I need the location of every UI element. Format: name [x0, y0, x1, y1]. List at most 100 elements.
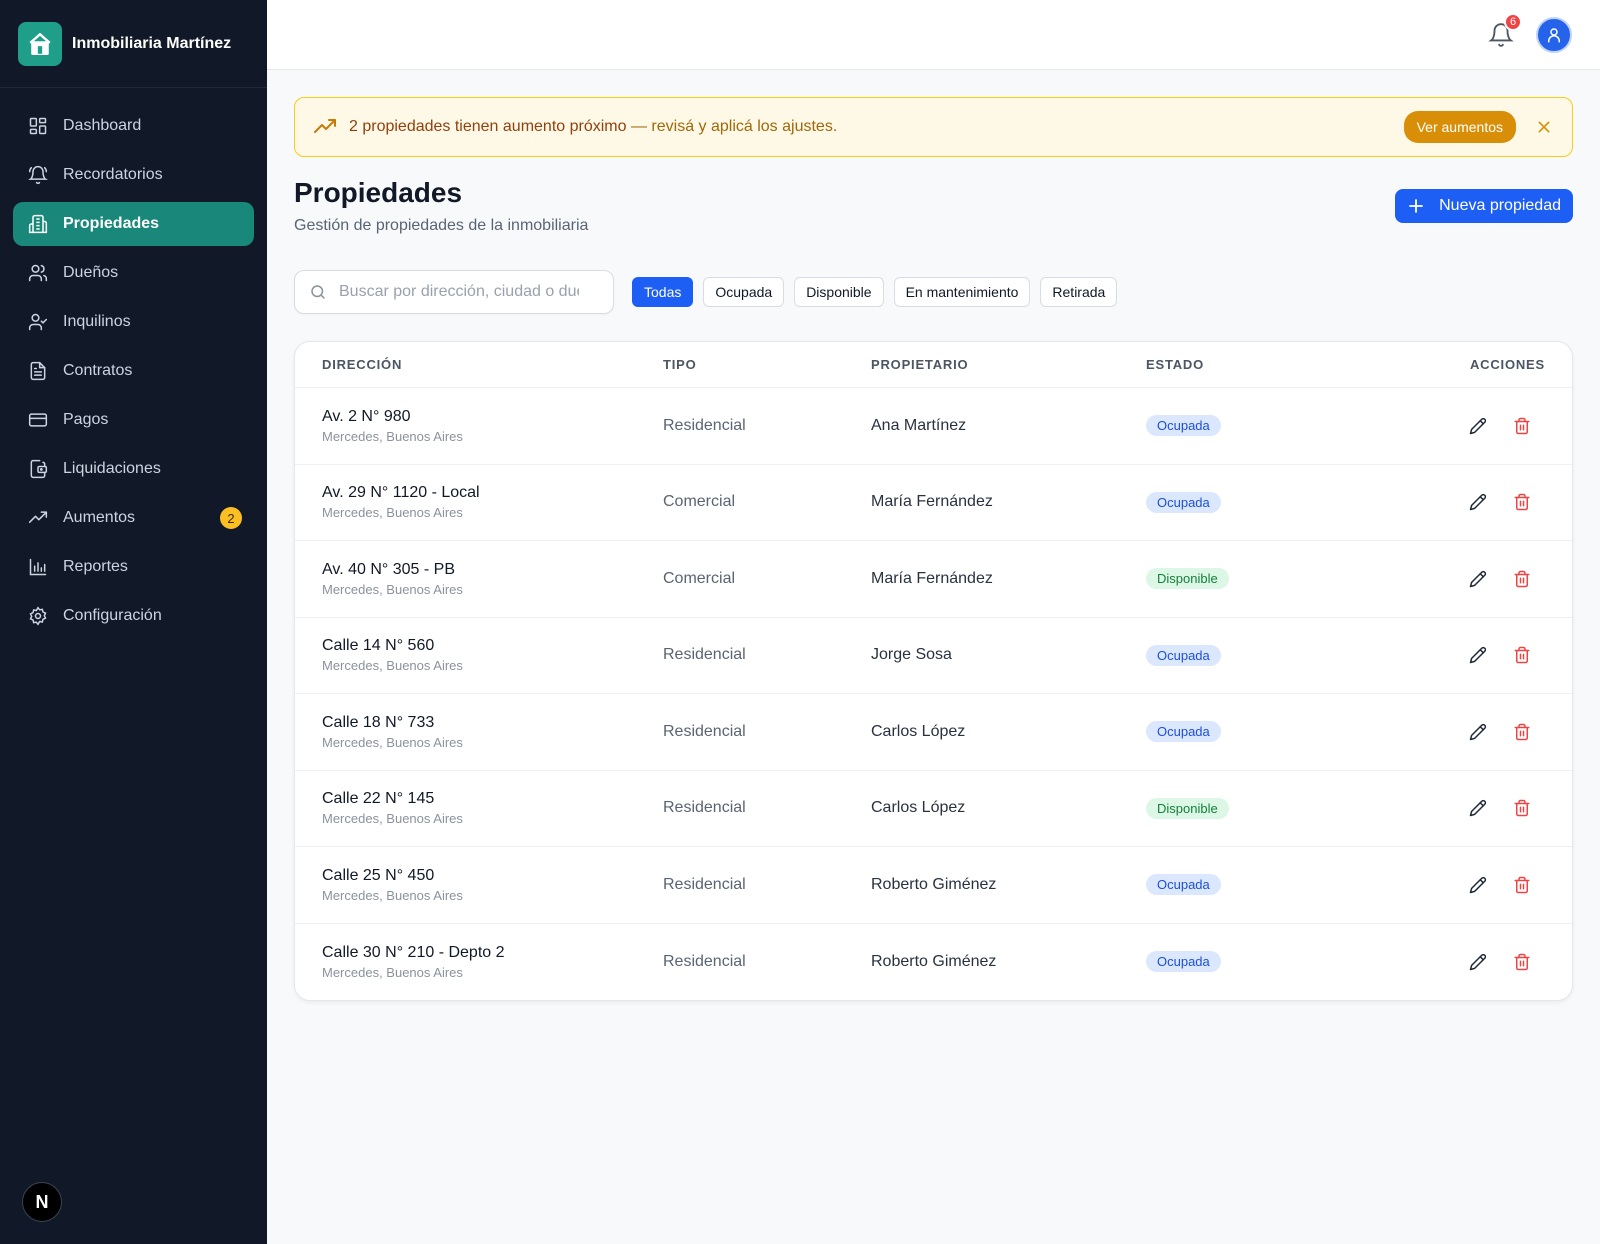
- dev-indicator-button[interactable]: N: [22, 1182, 62, 1222]
- type-cell: Residencial: [663, 875, 746, 893]
- filter-todas[interactable]: Todas: [632, 277, 694, 307]
- city-text: Mercedes, Buenos Aires: [322, 581, 463, 597]
- properties-table: DIRECCIÓN TIPO PROPIETARIO ESTADO ACCION…: [294, 341, 1573, 1001]
- table-row[interactable]: Av. 40 N° 305 - PB Mercedes, Buenos Aire…: [295, 541, 1572, 618]
- address-cell: Av. 2 N° 980 Mercedes, Buenos Aires: [295, 408, 663, 444]
- delete-trash-icon[interactable]: [1510, 414, 1534, 438]
- status-badge: Ocupada: [1146, 951, 1221, 973]
- alert-message: 2 propiedades tienen aumento próximo — r…: [349, 118, 837, 136]
- column-header-acciones: ACCIONES: [1469, 357, 1545, 372]
- user-check-icon: [27, 311, 49, 333]
- status-cell: Ocupada: [1146, 644, 1396, 666]
- column-header-propietario[interactable]: PROPIETARIO: [871, 357, 1146, 372]
- sidebar-item-recordatorios[interactable]: Recordatorios: [13, 153, 254, 197]
- view-increases-button[interactable]: Ver aumentos: [1403, 111, 1516, 143]
- edit-pencil-icon[interactable]: [1466, 950, 1490, 974]
- sidebar-item-label: Propiedades: [63, 215, 160, 232]
- filter-ocupada[interactable]: Ocupada: [703, 277, 785, 307]
- status-cell: Ocupada: [1146, 415, 1396, 437]
- table-row[interactable]: Calle 18 N° 733 Mercedes, Buenos Aires R…: [295, 694, 1572, 771]
- table-row[interactable]: Calle 30 N° 210 - Depto 2 Mercedes, Buen…: [295, 924, 1572, 1001]
- alert-strong-text: 2 propiedades tienen aumento próximo: [349, 118, 627, 135]
- filter-retirada[interactable]: Retirada: [1040, 277, 1118, 307]
- type-cell: Residencial: [663, 722, 746, 740]
- column-header-direccion[interactable]: DIRECCIÓN: [295, 357, 663, 372]
- status-badge: Disponible: [1146, 797, 1229, 819]
- edit-pencil-icon[interactable]: [1466, 720, 1490, 744]
- sidebar-item-configuracion[interactable]: Configuración: [13, 594, 254, 638]
- address-cell: Calle 22 N° 145 Mercedes, Buenos Aires: [295, 790, 663, 826]
- edit-pencil-icon[interactable]: [1466, 490, 1490, 514]
- sidebar-item-pagos[interactable]: Pagos: [13, 398, 254, 442]
- sidebar-item-dashboard[interactable]: Dashboard: [13, 104, 254, 148]
- user-avatar[interactable]: [1536, 17, 1572, 53]
- credit-card-icon: [27, 409, 49, 431]
- table-row[interactable]: Calle 22 N° 145 Mercedes, Buenos Aires R…: [295, 771, 1572, 847]
- search-icon: [311, 285, 325, 299]
- sidebar-item-inquilinos[interactable]: Inquilinos: [13, 300, 254, 344]
- address-cell: Calle 25 N° 450 Mercedes, Buenos Aires: [295, 867, 663, 903]
- filter-disponible[interactable]: Disponible: [794, 277, 884, 307]
- actions-cell: [1396, 643, 1572, 667]
- delete-trash-icon[interactable]: [1510, 873, 1534, 897]
- status-cell: Ocupada: [1146, 491, 1396, 513]
- new-property-button[interactable]: Nueva propiedad: [1395, 189, 1573, 223]
- topbar: 6: [267, 0, 1600, 70]
- type-cell: Comercial: [663, 493, 736, 511]
- delete-trash-icon[interactable]: [1510, 796, 1534, 820]
- sidebar-item-aumentos[interactable]: Aumentos 2: [13, 496, 254, 540]
- city-text: Mercedes, Buenos Aires: [322, 505, 463, 521]
- delete-trash-icon[interactable]: [1510, 720, 1534, 744]
- status-badge: Ocupada: [1146, 721, 1221, 743]
- address-cell: Av. 40 N° 305 - PB Mercedes, Buenos Aire…: [295, 561, 663, 597]
- type-cell: Residencial: [663, 646, 746, 664]
- edit-pencil-icon[interactable]: [1466, 414, 1490, 438]
- search-input[interactable]: [339, 283, 579, 301]
- delete-trash-icon[interactable]: [1510, 567, 1534, 591]
- edit-pencil-icon[interactable]: [1466, 796, 1490, 820]
- city-text: Mercedes, Buenos Aires: [322, 658, 463, 674]
- sidebar-item-label: Contratos: [63, 362, 133, 379]
- type-cell: Residencial: [663, 952, 746, 970]
- brand[interactable]: Inmobiliaria Martínez: [0, 0, 267, 88]
- actions-cell: [1396, 567, 1572, 591]
- sidebar-item-duenos[interactable]: Dueños: [13, 251, 254, 295]
- edit-pencil-icon[interactable]: [1466, 643, 1490, 667]
- sidebar-item-liquidaciones[interactable]: Liquidaciones: [13, 447, 254, 491]
- status-badge: Ocupada: [1146, 644, 1221, 666]
- sidebar-item-contratos[interactable]: Contratos: [13, 349, 254, 393]
- table-header: DIRECCIÓN TIPO PROPIETARIO ESTADO ACCION…: [295, 342, 1572, 388]
- edit-pencil-icon[interactable]: [1466, 567, 1490, 591]
- sidebar-item-propiedades[interactable]: Propiedades: [13, 202, 254, 246]
- status-badge: Ocupada: [1146, 874, 1221, 896]
- table-body: Av. 2 N° 980 Mercedes, Buenos Aires Resi…: [295, 388, 1572, 1000]
- table-row[interactable]: Calle 25 N° 450 Mercedes, Buenos Aires R…: [295, 847, 1572, 924]
- table-row[interactable]: Av. 29 N° 1120 - Local Mercedes, Buenos …: [295, 465, 1572, 541]
- page-subtitle: Gestión de propiedades de la inmobiliari…: [294, 217, 589, 234]
- owner-cell: Ana Martínez: [871, 416, 967, 434]
- address-text: Calle 25 N° 450: [322, 866, 435, 884]
- brand-name: Inmobiliaria Martínez: [72, 34, 232, 52]
- owner-cell: Carlos López: [871, 799, 966, 817]
- status-cell: Ocupada: [1146, 951, 1396, 973]
- edit-pencil-icon[interactable]: [1466, 873, 1490, 897]
- column-header-estado[interactable]: ESTADO: [1146, 357, 1396, 372]
- users-icon: [27, 262, 49, 284]
- delete-trash-icon[interactable]: [1510, 490, 1534, 514]
- type-cell: Comercial: [663, 569, 736, 587]
- delete-trash-icon[interactable]: [1510, 950, 1534, 974]
- actions-cell: [1396, 414, 1572, 438]
- column-header-tipo[interactable]: TIPO: [663, 357, 871, 372]
- sidebar-item-label: Reportes: [63, 558, 128, 575]
- increase-alert: 2 propiedades tienen aumento próximo — r…: [294, 97, 1573, 157]
- delete-trash-icon[interactable]: [1510, 643, 1534, 667]
- table-row[interactable]: Calle 14 N° 560 Mercedes, Buenos Aires R…: [295, 618, 1572, 694]
- sidebar-item-reportes[interactable]: Reportes: [13, 545, 254, 589]
- filter-en-mantenimiento[interactable]: En mantenimiento: [893, 277, 1031, 307]
- table-row[interactable]: Av. 2 N° 980 Mercedes, Buenos Aires Resi…: [295, 388, 1572, 465]
- actions-cell: [1396, 796, 1572, 820]
- address-text: Calle 22 N° 145: [322, 790, 435, 808]
- trending-up-icon: [27, 507, 49, 529]
- actions-cell: [1396, 950, 1572, 974]
- close-icon[interactable]: [1534, 117, 1554, 137]
